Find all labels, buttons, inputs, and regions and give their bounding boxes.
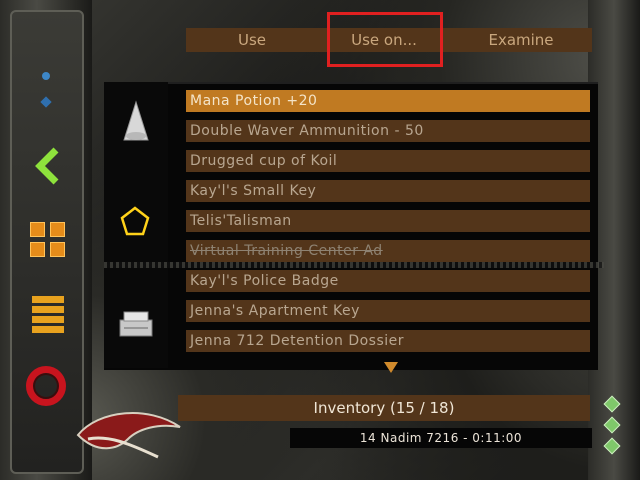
inventory-item[interactable]: Telis'Talisman	[186, 210, 590, 232]
pentagon-talisman-icon	[120, 206, 150, 236]
blue-dot-icon[interactable]	[42, 72, 50, 80]
inventory-list: Mana Potion +20 Double Waver Ammunition …	[186, 90, 590, 360]
inventory-item[interactable]: Jenna's Apartment Key	[186, 300, 590, 322]
item-icon-column	[104, 82, 168, 368]
inventory-item[interactable]: Virtual Training Center Ad	[186, 240, 590, 262]
scroll-down-arrow-icon[interactable]	[384, 362, 398, 373]
inventory-title: Inventory (15 / 18)	[178, 395, 590, 421]
game-datetime: 14 Nadim 7216 - 0:11:00	[290, 428, 592, 448]
list-view-icon[interactable]	[32, 296, 66, 333]
use-button[interactable]: Use	[186, 28, 318, 52]
inventory-item[interactable]: Drugged cup of Koil	[186, 150, 590, 172]
inventory-item[interactable]: Double Waver Ammunition - 50	[186, 120, 590, 142]
inventory-item[interactable]: Jenna 712 Detention Dossier	[186, 330, 590, 352]
item-icons	[119, 100, 153, 337]
creature-emblem-icon	[68, 405, 188, 465]
flask-icon	[123, 100, 149, 141]
back-chevron-icon[interactable]	[34, 146, 62, 190]
badge-printer-icon	[119, 311, 153, 337]
inventory-item[interactable]: Kay'l's Small Key	[186, 180, 590, 202]
grid-view-icon[interactable]	[30, 222, 66, 258]
inventory-item[interactable]: Kay'l's Police Badge	[186, 270, 590, 292]
ring-icon[interactable]	[26, 366, 66, 406]
inventory-item[interactable]: Mana Potion +20	[186, 90, 590, 112]
scanline-divider	[104, 262, 604, 268]
use-on-highlight-box	[327, 12, 443, 67]
examine-button[interactable]: Examine	[450, 28, 592, 52]
